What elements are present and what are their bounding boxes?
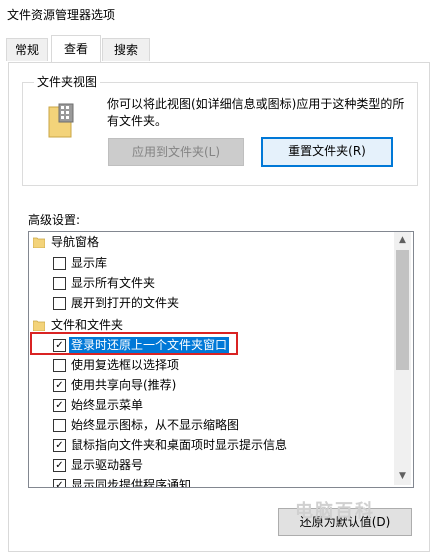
option-label: 使用复选框以选择项 <box>71 358 180 372</box>
category-label: 导航窗格 <box>51 235 100 249</box>
list-scrollbar[interactable]: ▲ ▼ <box>394 232 411 485</box>
annotation-highlight-box <box>30 332 238 355</box>
window-title: 文件资源管理器选项 <box>7 8 116 22</box>
option-label: 显示同步提供程序通知 <box>71 478 192 488</box>
checkbox[interactable]: ✓ <box>53 439 66 452</box>
tab-general[interactable]: 常规 <box>6 38 48 61</box>
folder-icon <box>33 320 45 331</box>
advanced-settings-list[interactable]: 导航窗格 显示库 显示所有文件夹 展开到打开的文件夹 文件和文件夹 ✓ 登录时还… <box>28 231 414 488</box>
checkbox[interactable] <box>53 297 66 310</box>
checkbox[interactable] <box>53 257 66 270</box>
title-bar: 文件资源管理器选项 <box>0 0 438 28</box>
watermark: 电脑百科 <box>295 501 375 522</box>
option-label: 鼠标指向文件夹和桌面项时显示提示信息 <box>71 438 288 452</box>
checkbox[interactable]: ✓ <box>53 379 66 392</box>
reset-folders-button[interactable]: 重置文件夹(R) <box>261 137 393 167</box>
checkbox[interactable]: ✓ <box>53 479 66 487</box>
scroll-up-icon[interactable]: ▲ <box>394 232 411 249</box>
checkbox[interactable] <box>53 419 66 432</box>
option-label: 展开到打开的文件夹 <box>71 296 180 310</box>
tab-view[interactable]: 查看 <box>51 35 101 62</box>
apply-to-folders-button[interactable]: 应用到文件夹(L) <box>108 138 244 166</box>
folder-view-icon <box>48 103 74 138</box>
option-label: 显示库 <box>71 256 108 270</box>
option-label: 使用共享向导(推荐) <box>71 378 177 392</box>
tab-search-label: 搜索 <box>113 43 138 57</box>
option-label: 显示所有文件夹 <box>71 276 156 290</box>
checkbox[interactable] <box>53 277 66 290</box>
tab-general-label: 常规 <box>14 43 39 57</box>
option-label: 始终显示菜单 <box>71 398 144 412</box>
checkbox[interactable] <box>53 359 66 372</box>
option-label: 显示驱动器号 <box>71 458 144 472</box>
advanced-settings-label: 高级设置: <box>28 213 81 227</box>
scroll-down-icon[interactable]: ▼ <box>394 468 411 485</box>
folder-view-label: 文件夹视图 <box>34 73 101 90</box>
tab-view-label: 查看 <box>63 42 88 56</box>
checkbox[interactable]: ✓ <box>53 399 66 412</box>
scroll-thumb[interactable] <box>396 250 409 370</box>
folder-view-description: 你可以将此视图(如详细信息或图标)应用于这种类型的所有文件夹。 <box>107 97 405 128</box>
folder-icon <box>33 237 45 248</box>
tab-strip: 常规 查看 搜索 <box>0 35 438 63</box>
checkbox[interactable]: ✓ <box>53 459 66 472</box>
option-label: 始终显示图标，从不显示缩略图 <box>71 418 240 432</box>
tab-search[interactable]: 搜索 <box>102 38 150 61</box>
